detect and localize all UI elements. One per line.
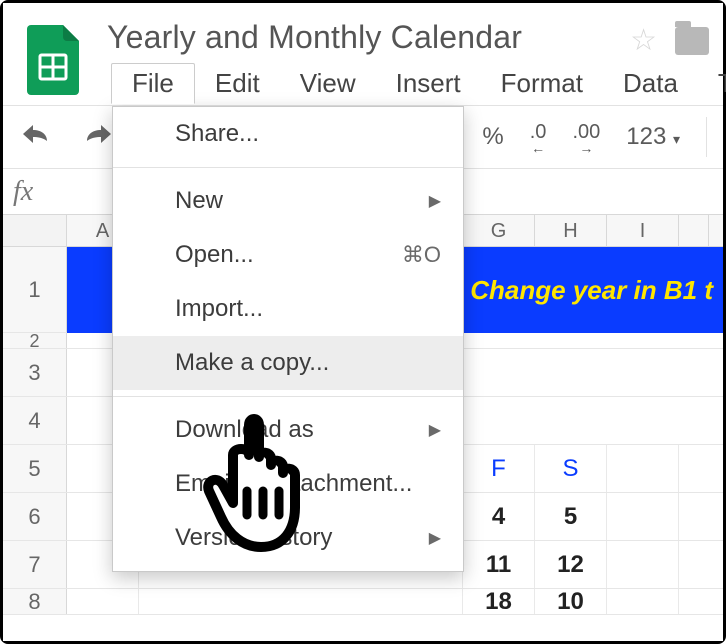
submenu-caret-icon: ▶ (429, 420, 441, 440)
redo-icon[interactable] (81, 123, 113, 152)
col-header-partial[interactable] (679, 215, 709, 246)
hand-cursor-icon (199, 407, 329, 562)
star-icon[interactable]: ☆ (630, 23, 657, 58)
row-header-5[interactable]: 5 (3, 445, 67, 492)
cell-I8[interactable] (607, 589, 679, 614)
menu-separator (113, 167, 463, 168)
cell-H6[interactable]: 5 (535, 493, 607, 540)
menu-separator (113, 396, 463, 397)
number-format[interactable]: 123 ▾ (626, 123, 680, 151)
menu-item-open-label: Open... (175, 241, 254, 269)
row-header-7[interactable]: 7 (3, 541, 67, 588)
decrease-decimal[interactable]: .0 ← (530, 121, 547, 152)
left-arrow-icon: ← (531, 144, 545, 152)
row-header-3[interactable]: 3 (3, 349, 67, 396)
row-header-4[interactable]: 4 (3, 397, 67, 444)
menu-item-make-a-copy[interactable]: Make a copy... (113, 336, 463, 390)
menu-item-new[interactable]: New ▶ (113, 174, 463, 228)
cell-I6[interactable] (607, 493, 679, 540)
submenu-caret-icon: ▶ (429, 191, 441, 211)
menu-item-share-label: Share... (175, 120, 259, 148)
col-header-H[interactable]: H (535, 215, 607, 246)
undo-icon[interactable] (21, 123, 53, 152)
menu-edit[interactable]: Edit (195, 64, 280, 103)
menu-file[interactable]: File (111, 63, 195, 104)
col-header-G[interactable]: G (463, 215, 535, 246)
menu-tools[interactable]: To (698, 64, 726, 103)
menu-item-share[interactable]: Share... (113, 107, 463, 161)
menu-item-new-label: New (175, 187, 223, 215)
cell-H7[interactable]: 12 (535, 541, 607, 588)
format-percent[interactable]: % (482, 123, 503, 151)
right-arrow-icon: → (579, 144, 593, 152)
row-header-1[interactable]: 1 (3, 247, 67, 332)
cell-G6[interactable]: 4 (463, 493, 535, 540)
banner-text: Change year in B1 t (470, 275, 713, 306)
folder-icon[interactable] (675, 27, 709, 55)
row-header-2[interactable]: 2 (3, 333, 67, 348)
submenu-caret-icon: ▶ (429, 528, 441, 548)
fx-label: fx (13, 176, 33, 208)
menu-item-open[interactable]: Open... ⌘O (113, 228, 463, 282)
cell-G8[interactable]: 18 (463, 589, 535, 614)
increase-decimal[interactable]: .00 → (572, 121, 600, 152)
col-header-I[interactable]: I (607, 215, 679, 246)
cell-H5[interactable]: S (535, 445, 607, 492)
menu-data[interactable]: Data (603, 64, 698, 103)
document-title[interactable]: Yearly and Monthly Calendar (107, 17, 630, 56)
menu-item-open-shortcut: ⌘O (402, 242, 441, 268)
menu-item-import-label: Import... (175, 295, 263, 323)
menu-view[interactable]: View (280, 64, 376, 103)
cell-H8[interactable]: 10 (535, 589, 607, 614)
cell-G7[interactable]: 11 (463, 541, 535, 588)
menu-item-import[interactable]: Import... (113, 282, 463, 336)
menu-format[interactable]: Format (481, 64, 603, 103)
toolbar-separator (706, 117, 707, 157)
cell-I7[interactable] (607, 541, 679, 588)
cell-wide-8[interactable] (139, 589, 463, 614)
cell-I5[interactable] (607, 445, 679, 492)
sheets-logo (27, 25, 79, 95)
cell-G5[interactable]: F (463, 445, 535, 492)
row-header-8[interactable]: 8 (3, 589, 67, 614)
row-header-6[interactable]: 6 (3, 493, 67, 540)
select-all-corner[interactable] (3, 215, 67, 246)
menu-item-make-a-copy-label: Make a copy... (175, 349, 329, 377)
menubar: File Edit View Insert Format Data To (3, 61, 723, 105)
cell-A8[interactable] (67, 589, 139, 614)
menu-insert[interactable]: Insert (376, 64, 481, 103)
